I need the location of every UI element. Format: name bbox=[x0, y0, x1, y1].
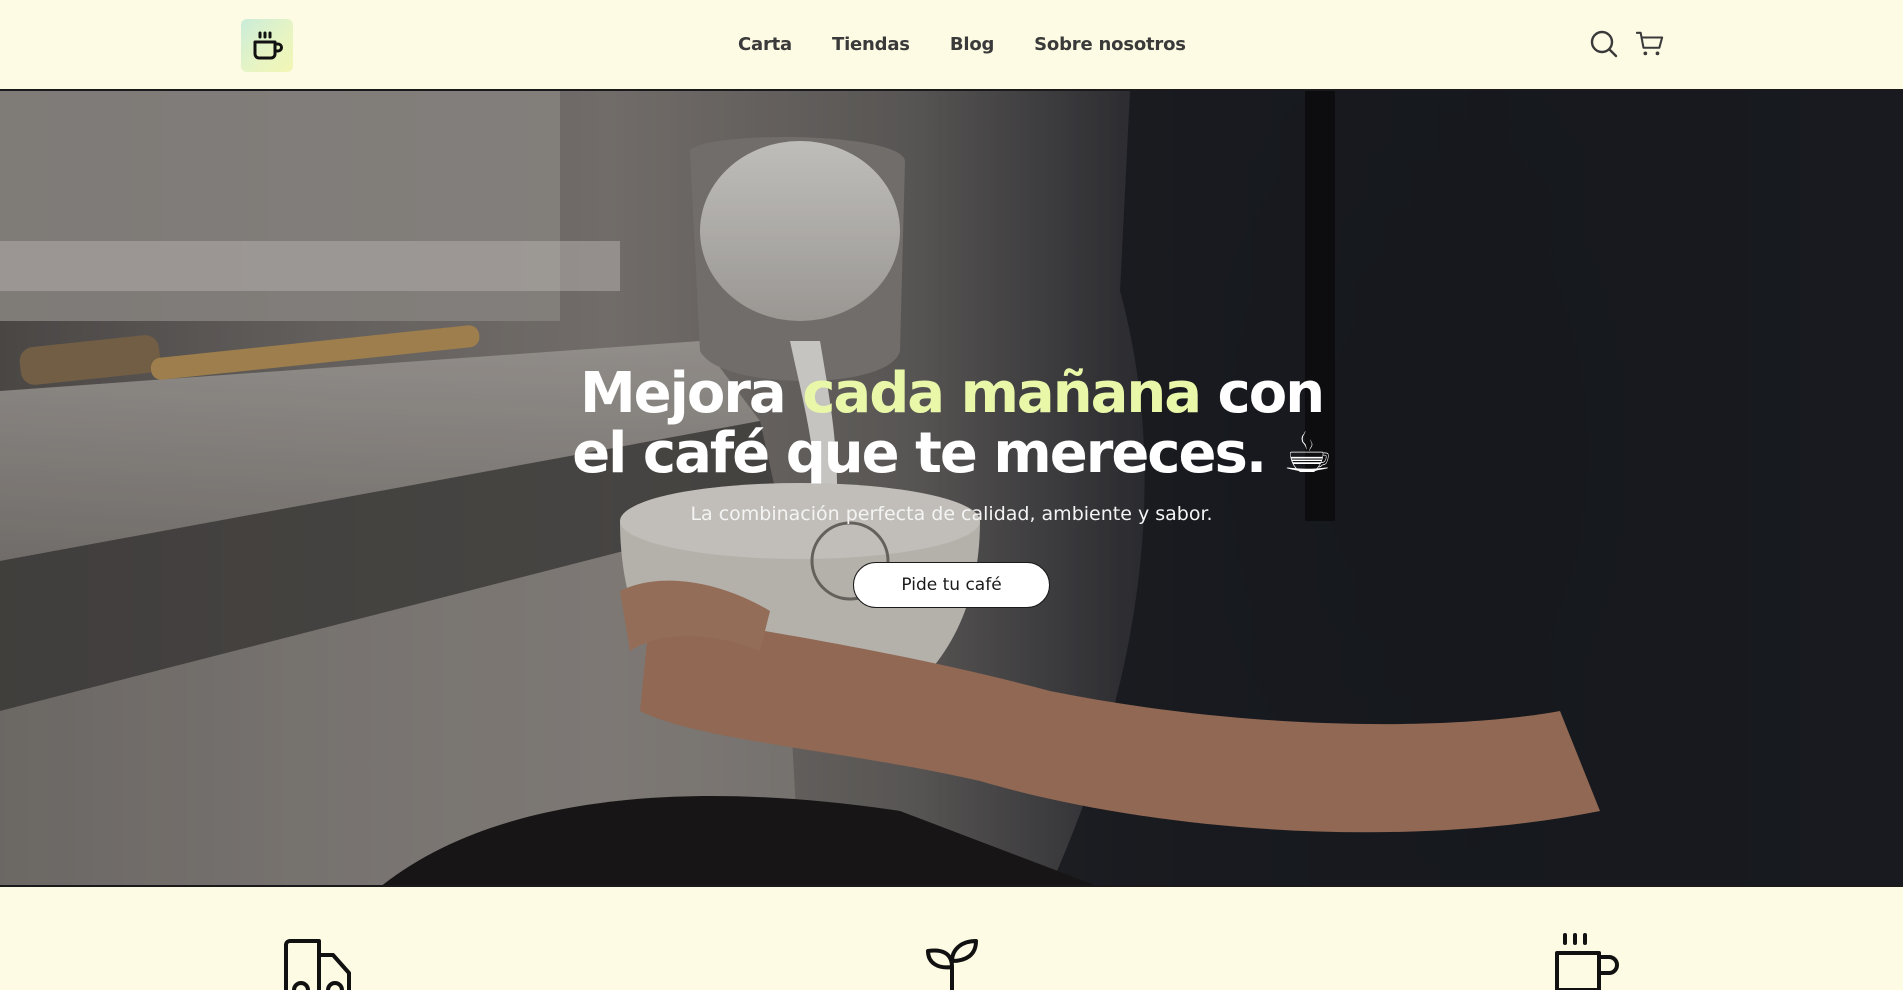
hero-section: Mejora cada mañana con el café que te me… bbox=[0, 91, 1903, 887]
cart-icon bbox=[1636, 31, 1664, 56]
nav-link-tiendas[interactable]: Tiendas bbox=[832, 34, 910, 55]
hero-title: Mejora cada mañana con el café que te me… bbox=[0, 364, 1903, 484]
hero-title-part2: con bbox=[1200, 361, 1326, 426]
site-header: Carta Tiendas Blog Sobre nosotros bbox=[0, 0, 1903, 91]
hero-title-part1: Mejora bbox=[579, 361, 803, 426]
cart-button[interactable] bbox=[1636, 30, 1664, 58]
features-section bbox=[0, 889, 1903, 990]
order-coffee-button[interactable]: Pide tu café bbox=[853, 562, 1050, 608]
search-button[interactable] bbox=[1590, 30, 1618, 58]
search-icon bbox=[1590, 30, 1618, 58]
main-nav: Carta Tiendas Blog Sobre nosotros bbox=[738, 0, 1186, 89]
nav-link-blog[interactable]: Blog bbox=[950, 34, 995, 55]
hero-content: Mejora cada mañana con el café que te me… bbox=[0, 91, 1903, 885]
coffee-mug-icon bbox=[1555, 933, 1619, 990]
nav-link-sobre-nosotros[interactable]: Sobre nosotros bbox=[1034, 34, 1186, 55]
delivery-truck-icon bbox=[284, 939, 351, 990]
coffee-mug-logo-icon bbox=[253, 31, 283, 59]
header-actions bbox=[1590, 30, 1664, 58]
nav-link-carta[interactable]: Carta bbox=[738, 34, 792, 55]
logo[interactable] bbox=[241, 19, 293, 72]
hero-title-accent: cada mañana bbox=[802, 361, 1202, 426]
hero-subtitle: La combinación perfecta de calidad, ambi… bbox=[690, 503, 1213, 525]
hero-title-line2: el café que te mereces. ☕ bbox=[572, 421, 1333, 486]
sprout-icon bbox=[926, 939, 978, 990]
